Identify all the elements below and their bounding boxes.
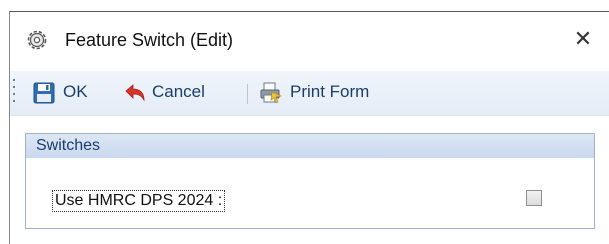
toolbar-separator — [247, 84, 248, 104]
cancel-button-label[interactable]: Cancel — [152, 82, 205, 102]
feature-switch-window: Feature Switch (Edit) ✕ OK Cancel Print … — [9, 11, 609, 244]
title-bar: Feature Switch (Edit) ✕ — [10, 12, 609, 68]
undo-arrow-icon[interactable] — [124, 82, 146, 104]
cancel-button[interactable]: Cancel — [124, 79, 234, 107]
window-title: Feature Switch (Edit) — [65, 30, 234, 50]
use-hmrc-dps-2024-checkbox[interactable] — [526, 190, 542, 206]
save-icon[interactable] — [33, 82, 55, 104]
toolbar-grip[interactable] — [12, 79, 16, 107]
use-hmrc-dps-2024-label: Use HMRC DPS 2024 : — [52, 190, 226, 212]
switches-group-header: Switches — [26, 134, 594, 158]
print-form-icon[interactable] — [260, 82, 282, 104]
close-icon[interactable]: ✕ — [574, 26, 592, 51]
switches-group: Switches Use HMRC DPS 2024 : — [25, 133, 595, 229]
switches-group-title: Switches — [36, 137, 101, 154]
gear-icon — [26, 29, 48, 51]
ok-button-label[interactable]: OK — [63, 82, 88, 102]
ok-button[interactable]: OK — [33, 79, 109, 107]
print-form-button[interactable]: Print Form — [260, 79, 410, 107]
print-form-button-label[interactable]: Print Form — [290, 82, 369, 102]
toolbar: OK Cancel Print Form — [10, 71, 609, 116]
close-button[interactable]: ✕ — [571, 26, 595, 52]
